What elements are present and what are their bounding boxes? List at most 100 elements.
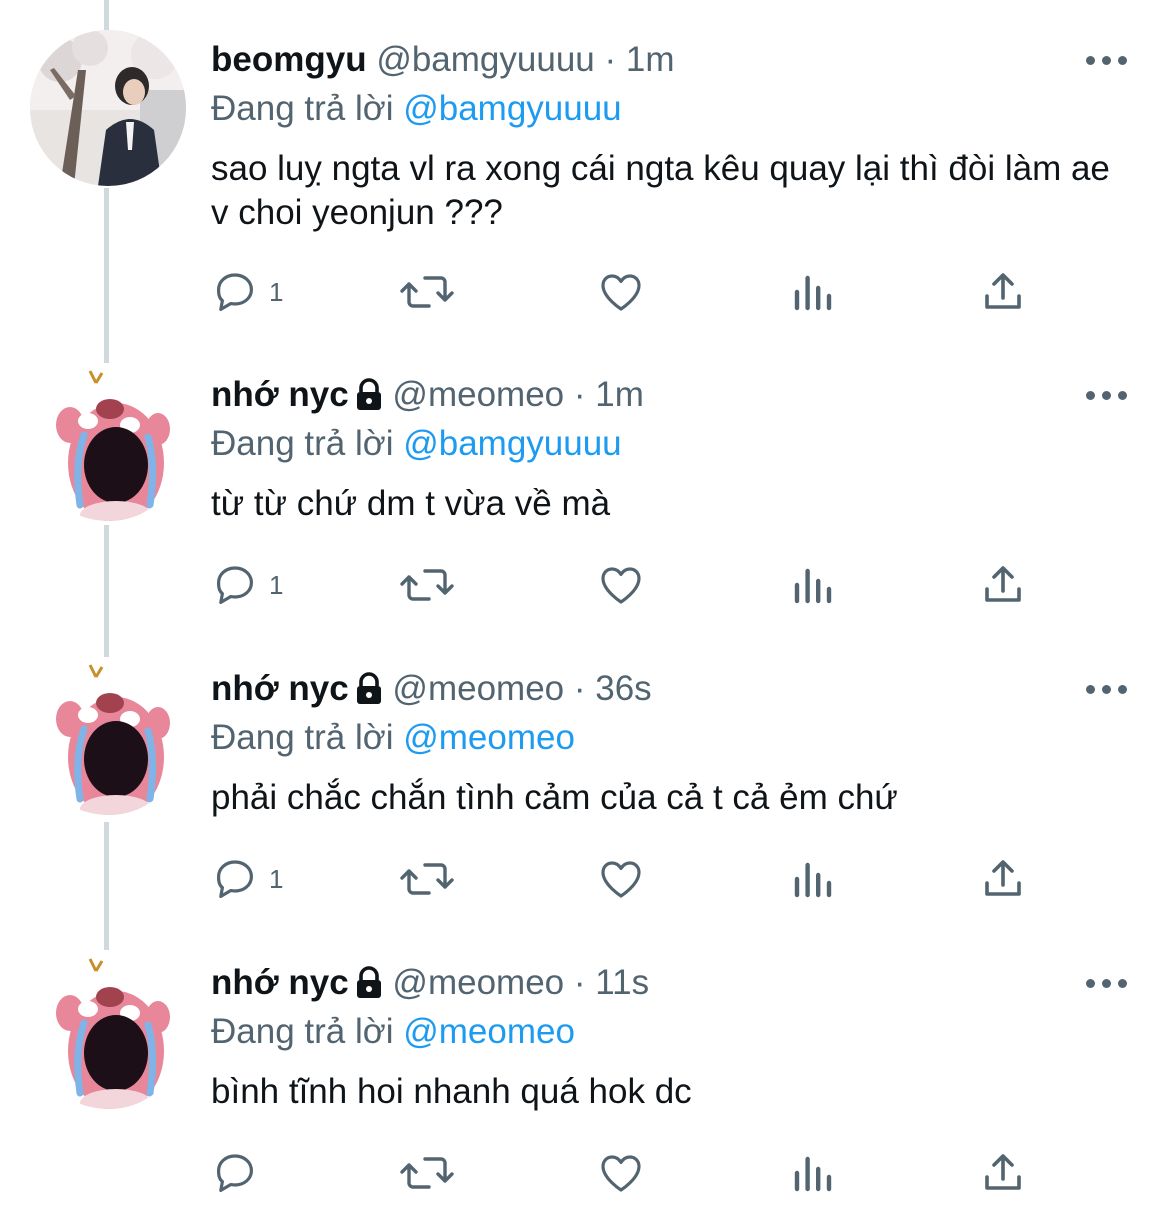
- views-icon: [794, 862, 832, 898]
- tweet-header: beomgyu @bamgyuuuu · 1m: [211, 38, 675, 82]
- like-button[interactable]: [596, 853, 646, 905]
- views-icon: [794, 275, 832, 311]
- tweet-header: nhớ nyc @meomeo · 36s: [211, 667, 652, 711]
- tweet-header: nhớ nyc @meomeo · 1m: [211, 373, 644, 417]
- avatar[interactable]: [30, 953, 186, 1109]
- lock-icon: [356, 672, 381, 704]
- display-name[interactable]: nhớ nyc: [211, 669, 349, 708]
- mention-link[interactable]: @bamgyuuuu: [403, 424, 621, 463]
- lock-icon: [356, 966, 381, 998]
- share-button[interactable]: [979, 1147, 1027, 1199]
- tweet-text: sao luỵ ngta vl ra xong cái ngta kêu qua…: [211, 149, 1110, 232]
- replying-prefix: Đang trả lời: [211, 718, 394, 757]
- avatar-pink-beaver: [30, 659, 186, 815]
- reply-button[interactable]: 1: [211, 559, 283, 611]
- avatar[interactable]: [30, 30, 186, 186]
- tweet-text: phải chắc chắn tình cảm của cả t cả ẻm c…: [211, 778, 898, 817]
- timestamp[interactable]: 1m: [626, 40, 675, 79]
- tweet-header: nhớ nyc @meomeo · 11s: [211, 961, 649, 1005]
- share-icon: [985, 1154, 1021, 1190]
- tweet-text: bình tĩnh hoi nhanh quá hok dc: [211, 1072, 692, 1111]
- display-name[interactable]: nhớ nyc: [211, 963, 349, 1002]
- separator-dot: ·: [604, 40, 617, 79]
- like-button[interactable]: [596, 1147, 646, 1199]
- reply-button[interactable]: [211, 1147, 269, 1199]
- separator-dot: ·: [573, 375, 586, 414]
- reply-count: 1: [269, 276, 284, 307]
- action-bar: 1: [211, 266, 1111, 318]
- user-handle[interactable]: @meomeo: [392, 669, 564, 708]
- display-name[interactable]: beomgyu: [211, 40, 367, 79]
- replying-prefix: Đang trả lời: [211, 424, 394, 463]
- replying-to: Đang trả lời @bamgyuuuu: [211, 87, 622, 131]
- retweet-icon: [400, 569, 454, 601]
- like-icon: [601, 567, 641, 604]
- replying-to: Đang trả lời @meomeo: [211, 716, 575, 760]
- tweet[interactable]: beomgyu @bamgyuuuu · 1m Đang trả lời @ba…: [0, 30, 1170, 330]
- retweet-icon: [400, 1157, 454, 1189]
- reply-icon: [217, 1154, 253, 1192]
- views-button[interactable]: [789, 853, 837, 905]
- share-button[interactable]: [979, 853, 1027, 905]
- retweet-button[interactable]: [399, 853, 455, 905]
- like-icon: [601, 1155, 641, 1192]
- reply-count: 1: [269, 569, 284, 600]
- replying-to: Đang trả lời @meomeo: [211, 1010, 575, 1054]
- user-handle[interactable]: @meomeo: [392, 963, 564, 1002]
- avatar-pink-beaver: [30, 953, 186, 1109]
- thread-line: [104, 0, 109, 30]
- views-icon: [794, 568, 832, 604]
- tweet[interactable]: nhớ nyc @meomeo · 1m Đang trả lời @bamgy…: [0, 365, 1170, 635]
- retweet-button[interactable]: [399, 266, 455, 318]
- reply-icon: [217, 860, 253, 898]
- like-icon: [601, 861, 641, 898]
- tweet-text: từ từ chứ dm t vừa về mà: [211, 484, 611, 523]
- share-icon: [985, 566, 1021, 602]
- tweet[interactable]: nhớ nyc @meomeo · 11s Đang trả lời @meom…: [0, 953, 1170, 1211]
- timestamp[interactable]: 1m: [595, 375, 644, 414]
- reply-button[interactable]: 1: [211, 853, 283, 905]
- views-button[interactable]: [789, 1147, 837, 1199]
- lock-icon: [356, 378, 381, 410]
- replying-prefix: Đang trả lời: [211, 89, 394, 128]
- timestamp[interactable]: 36s: [595, 669, 651, 708]
- timestamp[interactable]: 11s: [595, 963, 649, 1002]
- separator-dot: ·: [573, 669, 586, 708]
- views-button[interactable]: [789, 559, 837, 611]
- like-icon: [601, 274, 641, 311]
- avatar-photo: [30, 30, 186, 186]
- share-button[interactable]: [979, 266, 1027, 318]
- separator-dot: ·: [573, 963, 586, 1002]
- like-button[interactable]: [596, 266, 646, 318]
- mention-link[interactable]: @bamgyuuuu: [403, 89, 621, 128]
- more-icon[interactable]: [1086, 975, 1128, 991]
- user-handle[interactable]: @meomeo: [392, 375, 564, 414]
- display-name[interactable]: nhớ nyc: [211, 375, 349, 414]
- retweet-icon: [400, 863, 454, 895]
- more-icon[interactable]: [1086, 52, 1128, 68]
- share-button[interactable]: [979, 559, 1027, 611]
- action-bar: [211, 1147, 1111, 1199]
- reply-icon: [217, 566, 253, 604]
- retweet-button[interactable]: [399, 559, 455, 611]
- reply-count: 1: [269, 863, 284, 894]
- more-icon[interactable]: [1086, 681, 1128, 697]
- share-icon: [985, 860, 1021, 896]
- like-button[interactable]: [596, 559, 646, 611]
- avatar[interactable]: [30, 659, 186, 815]
- views-button[interactable]: [789, 266, 837, 318]
- action-bar: 1: [211, 559, 1111, 611]
- views-icon: [794, 1156, 832, 1192]
- action-bar: 1: [211, 853, 1111, 905]
- mention-link[interactable]: @meomeo: [403, 1012, 575, 1051]
- reply-button[interactable]: 1: [211, 266, 283, 318]
- avatar[interactable]: [30, 365, 186, 521]
- reply-icon: [217, 273, 253, 311]
- tweet[interactable]: nhớ nyc @meomeo · 36s Đang trả lời @meom…: [0, 659, 1170, 929]
- mention-link[interactable]: @meomeo: [403, 718, 575, 757]
- retweet-button[interactable]: [399, 1147, 455, 1199]
- user-handle[interactable]: @bamgyuuuu: [376, 40, 594, 79]
- retweet-icon: [400, 276, 454, 308]
- replying-to: Đang trả lời @bamgyuuuu: [211, 422, 622, 466]
- more-icon[interactable]: [1086, 387, 1128, 403]
